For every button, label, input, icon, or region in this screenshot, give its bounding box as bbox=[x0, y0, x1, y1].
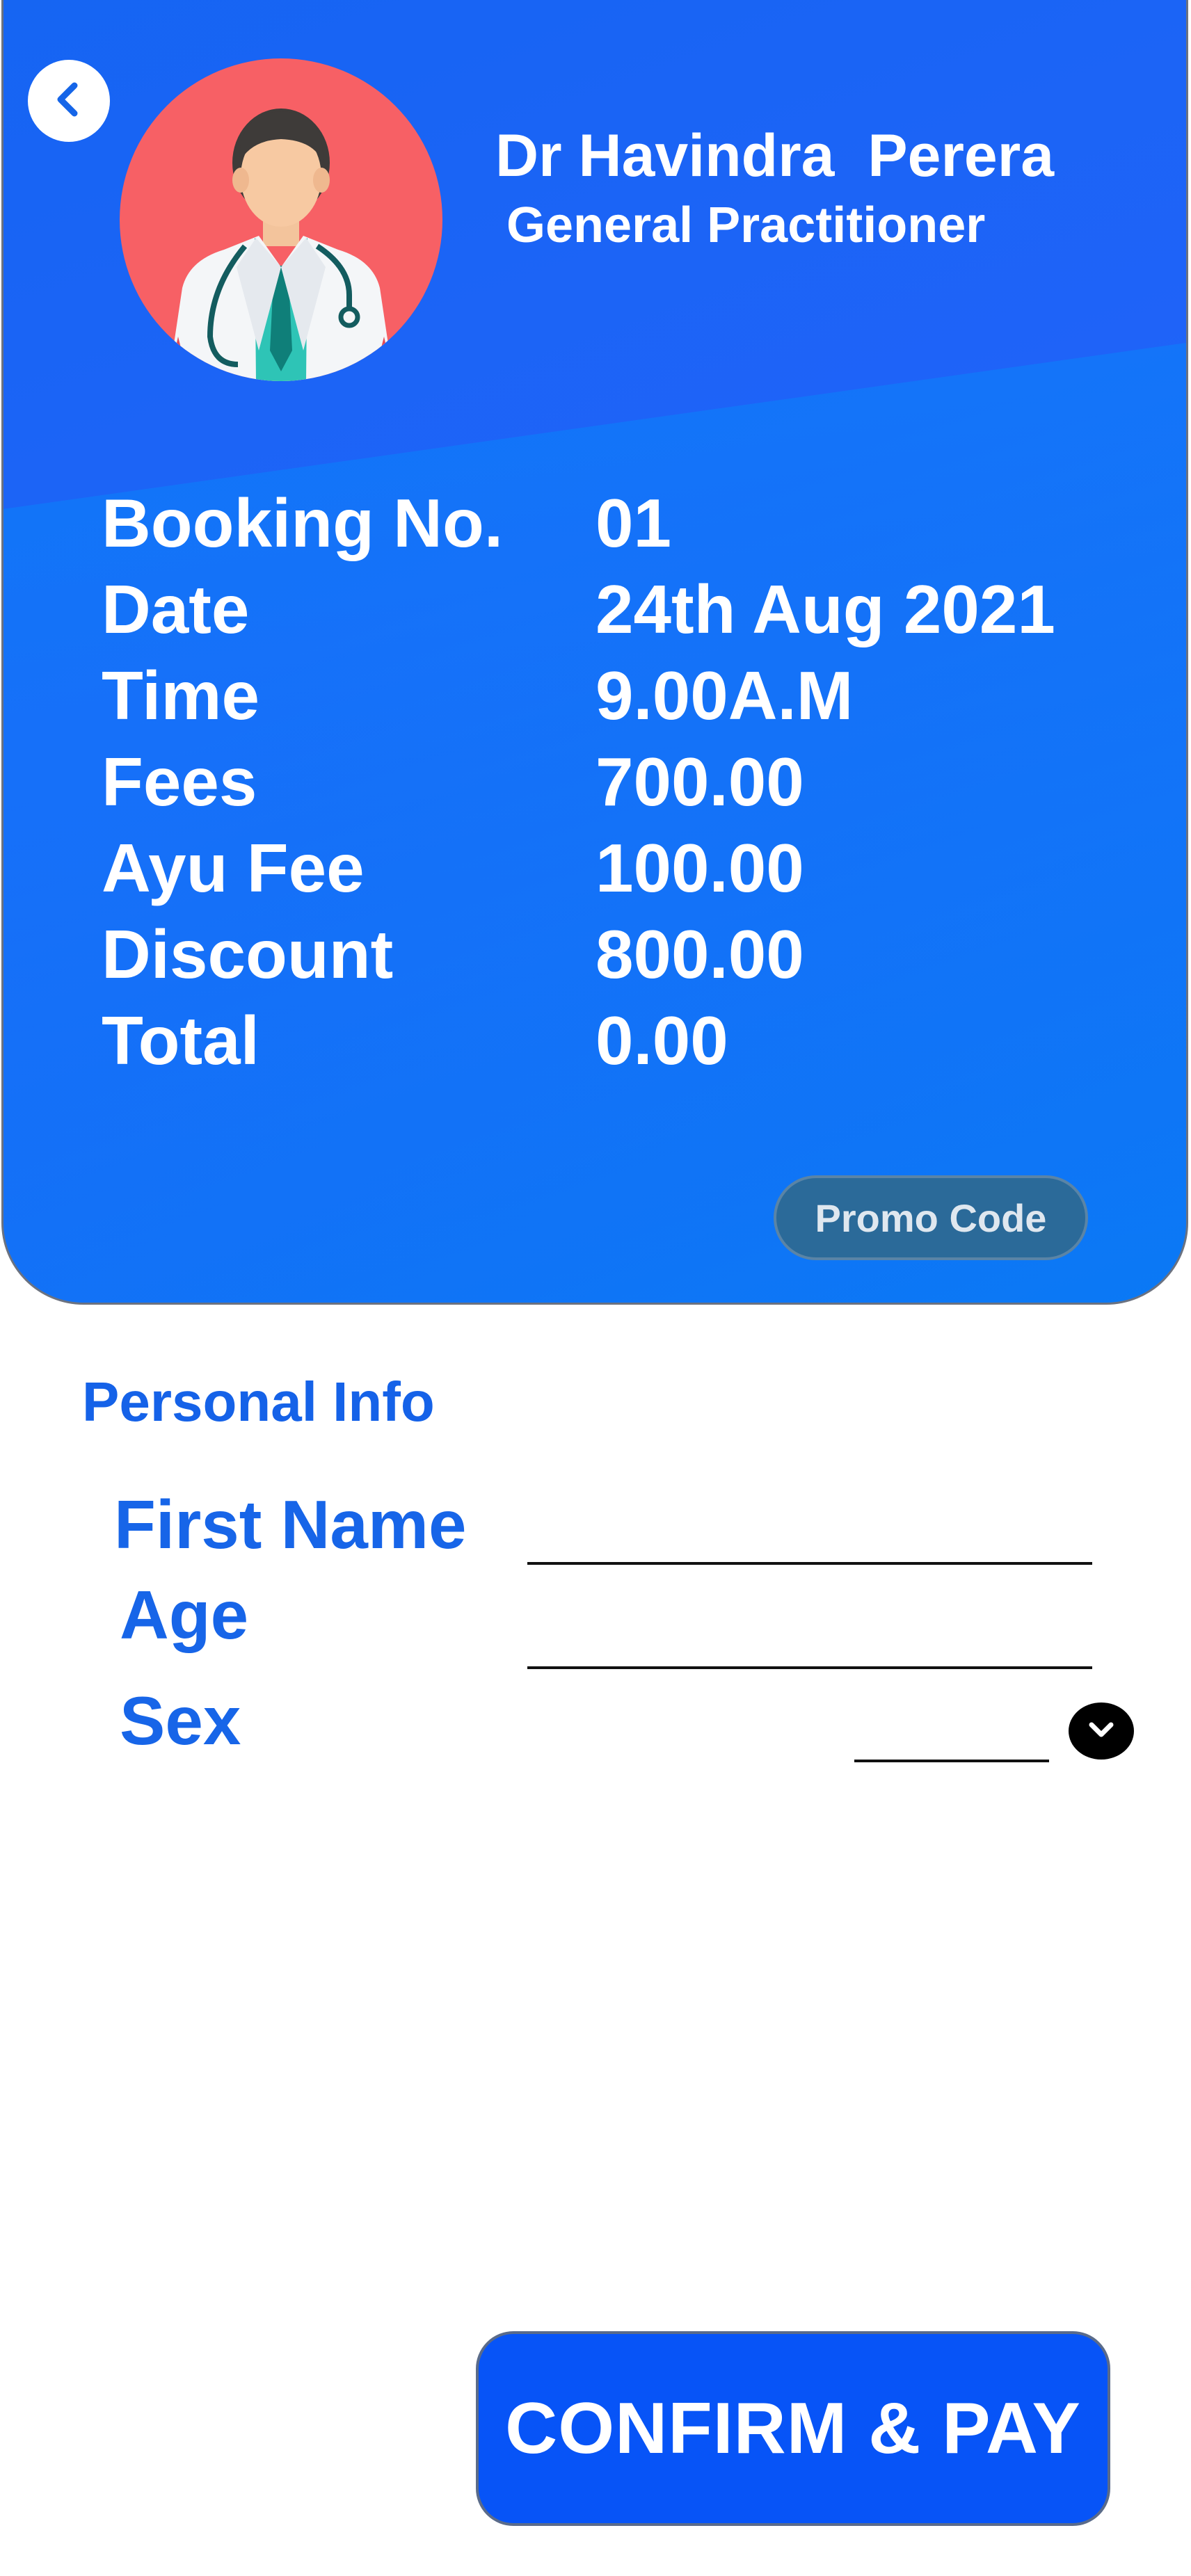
doctor-avatar-icon bbox=[168, 108, 394, 381]
time-label: Time bbox=[102, 657, 259, 734]
discount-value: 800.00 bbox=[596, 915, 804, 992]
personal-info-title: Personal Info bbox=[82, 1371, 435, 1433]
ayu-fee-value: 100.00 bbox=[596, 829, 804, 906]
date-row: Date 24th Aug 2021 bbox=[102, 566, 1055, 652]
ayu-fee-row: Ayu Fee 100.00 bbox=[102, 825, 1055, 911]
discount-label: Discount bbox=[102, 915, 394, 992]
sex-underline bbox=[854, 1760, 1049, 1762]
discount-row: Discount 800.00 bbox=[102, 911, 1055, 997]
date-value: 24th Aug 2021 bbox=[596, 570, 1055, 647]
fees-value: 700.00 bbox=[596, 743, 804, 820]
doctor-specialty: General Practitioner bbox=[506, 198, 986, 253]
date-label: Date bbox=[102, 570, 250, 647]
first-name-label: First Name bbox=[114, 1486, 467, 1563]
booking-number-row: Booking No. 01 bbox=[102, 480, 1055, 566]
back-button[interactable] bbox=[28, 60, 110, 142]
confirm-and-pay-button[interactable]: CONFIRM & PAY bbox=[476, 2331, 1110, 2526]
age-underline bbox=[527, 1666, 1092, 1669]
sex-select[interactable] bbox=[856, 1697, 1050, 1761]
promo-code-button[interactable]: Promo Code bbox=[774, 1175, 1088, 1260]
booking-number-value: 01 bbox=[596, 484, 672, 561]
time-row: Time 9.00A.M bbox=[102, 652, 1055, 739]
chevron-down-icon bbox=[1086, 1718, 1117, 1744]
total-row: Total 0.00 bbox=[102, 997, 1055, 1084]
first-name-underline bbox=[527, 1562, 1092, 1565]
chevron-left-icon bbox=[48, 79, 90, 124]
doctor-name: Dr Havindra Perera bbox=[495, 122, 1055, 189]
sex-dropdown-button[interactable] bbox=[1069, 1702, 1134, 1760]
age-input[interactable] bbox=[529, 1600, 1092, 1664]
ayu-fee-label: Ayu Fee bbox=[102, 829, 365, 906]
first-name-input[interactable] bbox=[529, 1495, 1092, 1559]
booking-number-label: Booking No. bbox=[102, 484, 504, 561]
time-value: 9.00A.M bbox=[596, 657, 854, 734]
total-value: 0.00 bbox=[596, 1001, 728, 1079]
age-label: Age bbox=[120, 1577, 249, 1653]
booking-details: Booking No. 01 Date 24th Aug 2021 Time 9… bbox=[102, 480, 1055, 1084]
fees-label: Fees bbox=[102, 743, 257, 820]
total-label: Total bbox=[102, 1001, 259, 1079]
fees-row: Fees 700.00 bbox=[102, 739, 1055, 825]
doctor-avatar bbox=[120, 58, 442, 381]
booking-confirmation-screen: Dr Havindra Perera General Practitioner … bbox=[0, 0, 1191, 2576]
sex-label: Sex bbox=[120, 1682, 241, 1759]
